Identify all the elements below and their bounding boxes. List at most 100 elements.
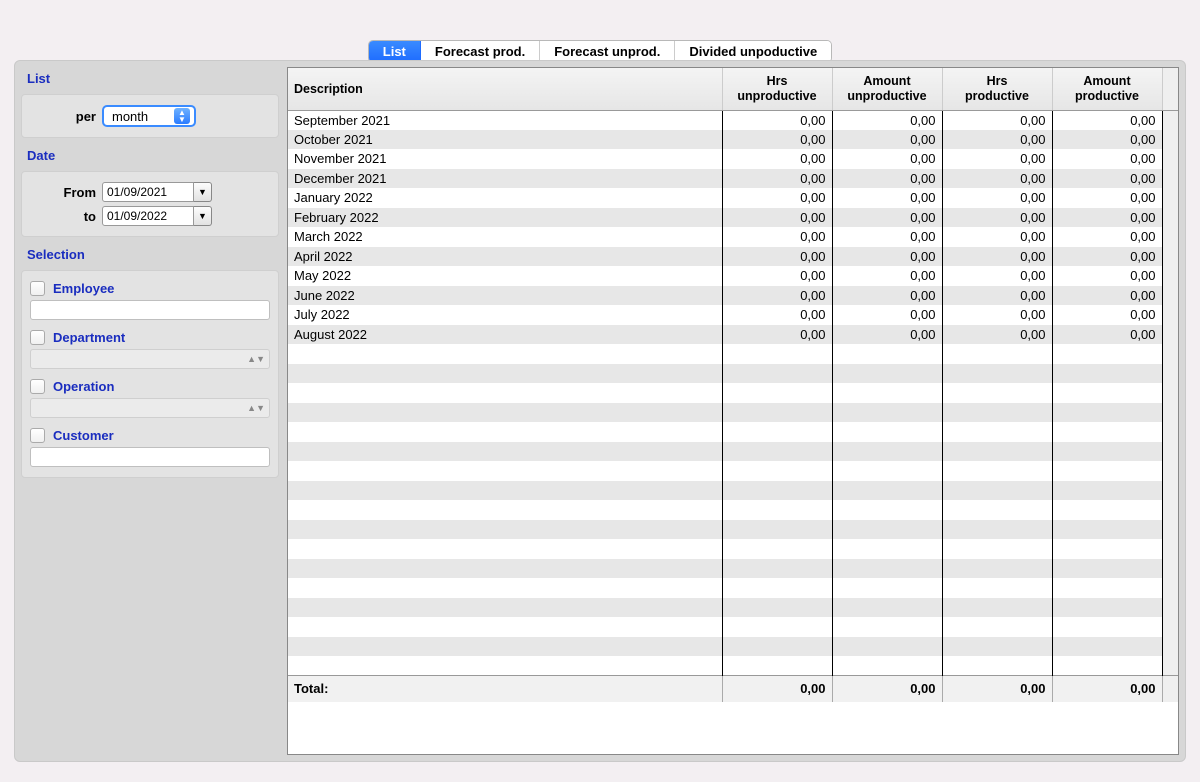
table-row-empty <box>288 539 1178 559</box>
cell-amount-productive: 0,00 <box>1052 325 1162 345</box>
data-grid: Description Hrs unproductive Amount unpr… <box>287 67 1179 755</box>
table-row-empty <box>288 481 1178 501</box>
table-row-empty <box>288 559 1178 579</box>
table-row[interactable]: October 20210,000,000,000,00 <box>288 130 1178 150</box>
cell-hrs-productive: 0,00 <box>942 169 1052 189</box>
cell-amount-unproductive: 0,00 <box>832 227 942 247</box>
scrollbar-gutter <box>1162 149 1178 169</box>
footer-hrs-unproductive: 0,00 <box>722 676 832 702</box>
to-date-picker-button[interactable]: ▼ <box>194 206 212 226</box>
table-row[interactable]: March 20220,000,000,000,00 <box>288 227 1178 247</box>
scrollbar-gutter <box>1162 169 1178 189</box>
table-row-empty <box>288 520 1178 540</box>
cell-amount-productive: 0,00 <box>1052 266 1162 286</box>
cell-amount-productive: 0,00 <box>1052 305 1162 325</box>
cell-amount-unproductive: 0,00 <box>832 266 942 286</box>
table-row[interactable]: January 20220,000,000,000,00 <box>288 188 1178 208</box>
tab-forecast-unprod[interactable]: Forecast unprod. <box>540 41 675 62</box>
col-header-amount-productive[interactable]: Amount productive <box>1052 68 1162 110</box>
table-row[interactable]: September 20210,000,000,000,00 <box>288 110 1178 130</box>
from-date-picker-button[interactable]: ▼ <box>194 182 212 202</box>
operation-select[interactable]: ▲▼ <box>30 398 270 418</box>
tab-label: Forecast prod. <box>435 44 525 59</box>
cell-amount-productive: 0,00 <box>1052 110 1162 130</box>
operation-label: Operation <box>53 379 114 394</box>
table-row-empty <box>288 578 1178 598</box>
table-row[interactable]: May 20220,000,000,000,00 <box>288 266 1178 286</box>
cell-amount-unproductive: 0,00 <box>832 325 942 345</box>
table-row[interactable]: February 20220,000,000,000,00 <box>288 208 1178 228</box>
cell-amount-unproductive: 0,00 <box>832 286 942 306</box>
cell-amount-productive: 0,00 <box>1052 247 1162 267</box>
table-row-empty <box>288 364 1178 384</box>
col-header-description[interactable]: Description <box>288 68 722 110</box>
scrollbar-gutter <box>1162 130 1178 150</box>
table-row-empty <box>288 500 1178 520</box>
section-title-selection: Selection <box>21 243 279 264</box>
cell-hrs-unproductive: 0,00 <box>722 325 832 345</box>
cell-amount-unproductive: 0,00 <box>832 130 942 150</box>
employee-checkbox[interactable] <box>30 281 45 296</box>
col-header-amount-unproductive[interactable]: Amount unproductive <box>832 68 942 110</box>
tab-forecast-prod[interactable]: Forecast prod. <box>421 41 540 62</box>
employee-input[interactable] <box>30 300 270 320</box>
cell-description: May 2022 <box>288 266 722 286</box>
customer-input[interactable] <box>30 447 270 467</box>
tab-divided-unproductive[interactable]: Divided unpoductive <box>675 41 831 62</box>
per-select[interactable]: month ▲▼ <box>102 105 196 127</box>
cell-hrs-unproductive: 0,00 <box>722 247 832 267</box>
cell-description: January 2022 <box>288 188 722 208</box>
cell-amount-unproductive: 0,00 <box>832 208 942 228</box>
cell-hrs-productive: 0,00 <box>942 110 1052 130</box>
cell-hrs-productive: 0,00 <box>942 247 1052 267</box>
cell-amount-unproductive: 0,00 <box>832 110 942 130</box>
cell-hrs-unproductive: 0,00 <box>722 286 832 306</box>
tab-label: Forecast unprod. <box>554 44 660 59</box>
footer-amount-unproductive: 0,00 <box>832 676 942 702</box>
cell-amount-productive: 0,00 <box>1052 208 1162 228</box>
cell-description: June 2022 <box>288 286 722 306</box>
cell-description: March 2022 <box>288 227 722 247</box>
cell-hrs-unproductive: 0,00 <box>722 110 832 130</box>
table-row[interactable]: December 20210,000,000,000,00 <box>288 169 1178 189</box>
scrollbar-gutter <box>1162 208 1178 228</box>
per-label: per <box>30 109 96 124</box>
cell-description: April 2022 <box>288 247 722 267</box>
tab-list[interactable]: List <box>369 41 421 62</box>
footer-label: Total: <box>288 676 722 702</box>
operation-checkbox[interactable] <box>30 379 45 394</box>
panel-selection: Employee Department ▲▼ Operation ▲▼ Cust… <box>21 270 279 478</box>
table-header-row: Description Hrs unproductive Amount unpr… <box>288 68 1178 110</box>
cell-hrs-productive: 0,00 <box>942 149 1052 169</box>
scrollbar-gutter <box>1162 286 1178 306</box>
department-checkbox[interactable] <box>30 330 45 345</box>
cell-hrs-unproductive: 0,00 <box>722 130 832 150</box>
employee-label: Employee <box>53 281 114 296</box>
cell-description: August 2022 <box>288 325 722 345</box>
content-window: List per month ▲▼ Date From <box>14 60 1186 762</box>
panel-date: From ▼ to ▼ <box>21 171 279 237</box>
cell-description: November 2021 <box>288 149 722 169</box>
table-row[interactable]: July 20220,000,000,000,00 <box>288 305 1178 325</box>
customer-checkbox[interactable] <box>30 428 45 443</box>
table-row[interactable]: June 20220,000,000,000,00 <box>288 286 1178 306</box>
table-row[interactable]: April 20220,000,000,000,00 <box>288 247 1178 267</box>
chevron-updown-icon: ▲▼ <box>247 403 265 413</box>
scrollbar-gutter <box>1162 266 1178 286</box>
scrollbar-gutter <box>1162 305 1178 325</box>
col-header-hrs-unproductive[interactable]: Hrs unproductive <box>722 68 832 110</box>
table-row[interactable]: November 20210,000,000,000,00 <box>288 149 1178 169</box>
table-row-empty <box>288 598 1178 618</box>
cell-hrs-productive: 0,00 <box>942 188 1052 208</box>
to-date-input[interactable] <box>102 206 194 226</box>
table-row-empty <box>288 656 1178 676</box>
cell-hrs-unproductive: 0,00 <box>722 169 832 189</box>
table-row[interactable]: August 20220,000,000,000,00 <box>288 325 1178 345</box>
from-date-input[interactable] <box>102 182 194 202</box>
cell-hrs-productive: 0,00 <box>942 266 1052 286</box>
department-select[interactable]: ▲▼ <box>30 349 270 369</box>
col-header-hrs-productive[interactable]: Hrs productive <box>942 68 1052 110</box>
tab-label: Divided unpoductive <box>689 44 817 59</box>
cell-hrs-productive: 0,00 <box>942 286 1052 306</box>
cell-amount-unproductive: 0,00 <box>832 149 942 169</box>
